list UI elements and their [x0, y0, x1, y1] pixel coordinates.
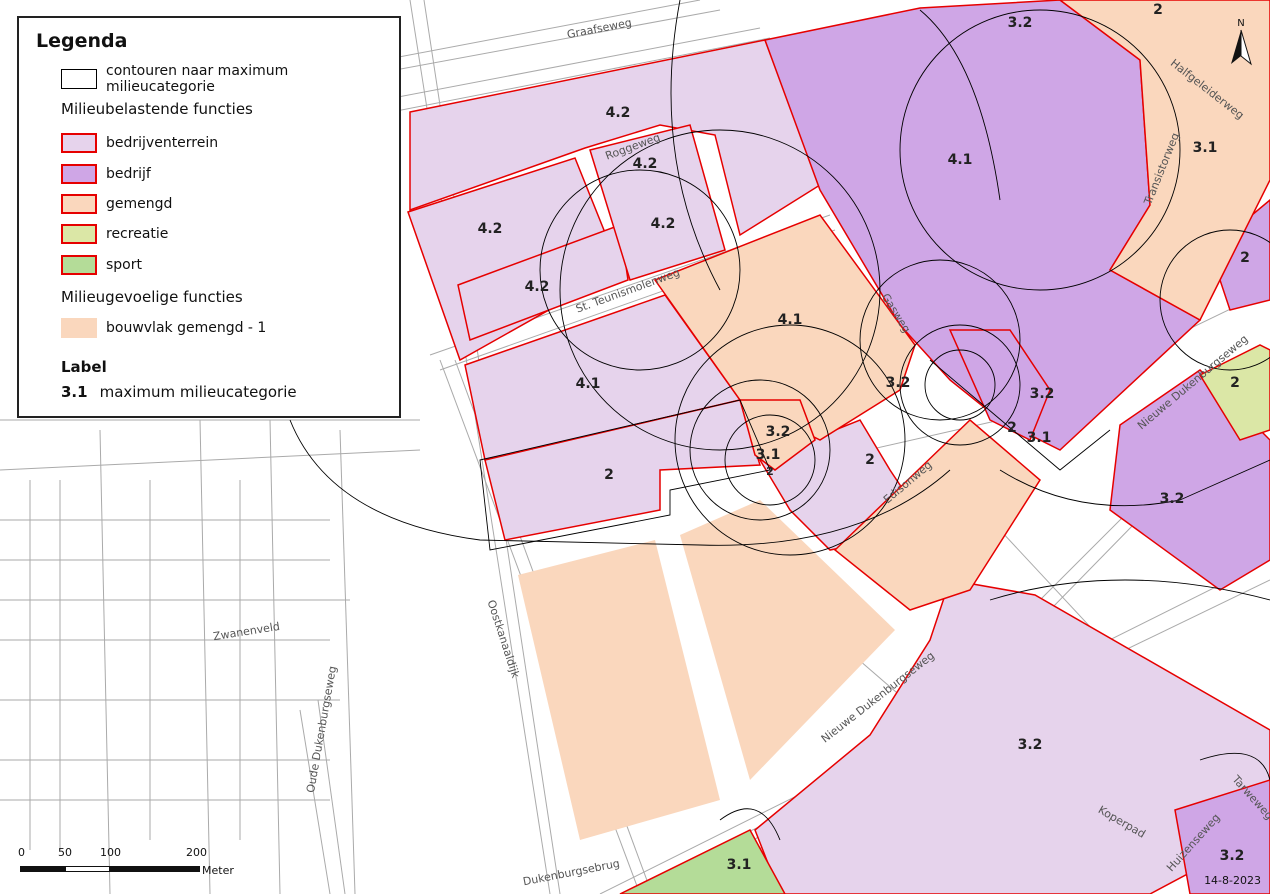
legend-section-title: Milieugevoelige functies: [61, 288, 243, 306]
zone-label: 2: [865, 452, 875, 468]
zone-label: 2: [1153, 2, 1163, 18]
legend-item-label: sport: [106, 257, 142, 273]
zone-label: 3.2: [1160, 491, 1185, 507]
zone-label: 3.1: [1193, 140, 1218, 156]
north-label: N: [1237, 18, 1244, 29]
zone-label: 2: [1240, 250, 1250, 266]
zone-label: 2: [604, 467, 614, 483]
zone-label: 3.2: [766, 424, 791, 440]
legend-item-label: bedrijf: [106, 166, 151, 182]
legend-item-label: recreatie: [106, 226, 169, 242]
zone-label: 2: [766, 465, 774, 478]
legend-label-heading: Label: [61, 358, 107, 376]
legend-item: bedrijventerrein: [61, 132, 218, 154]
legend-item-label: gemengd: [106, 196, 173, 212]
map-legend: Legenda contouren naar maximum milieucat…: [17, 16, 401, 418]
legend-contour-item: contouren naar maximum milieucategorie: [61, 63, 399, 95]
legend-item: sport: [61, 254, 142, 276]
bedrijf-swatch: [61, 164, 97, 184]
legend-item-label: bedrijventerrein: [106, 135, 219, 151]
legend-label-value: 3.1: [61, 383, 88, 401]
scale-segment: [20, 866, 65, 872]
zone-label: 4.2: [651, 216, 676, 232]
legend-contour-label: contouren naar maximum milieucategorie: [106, 63, 289, 95]
zone-label: 4.2: [633, 156, 658, 172]
zone-label: 3.2: [1030, 386, 1055, 402]
legend-label-example: 3.1 maximum milieucategorie: [61, 383, 297, 401]
legend-item: bedrijf: [61, 163, 151, 185]
scale-tick: 0: [18, 846, 25, 859]
bedrijventerrein-swatch: [61, 133, 97, 153]
street-name: Oude Dukenburgseweg: [304, 665, 339, 794]
north-arrow-icon: N: [1231, 18, 1252, 66]
legend-item: gemengd: [61, 193, 172, 215]
legend-section-title: Milieubelastende functies: [61, 100, 253, 118]
zone-gemengd[interactable]: [518, 540, 720, 840]
zone-label: 3.1: [756, 447, 781, 463]
zone-label: 3.1: [1027, 430, 1052, 446]
zone-label: 3.2: [1008, 15, 1033, 31]
zone-label: 4.2: [606, 105, 631, 121]
scale-segment: [65, 866, 110, 872]
zone-label: 3.1: [727, 857, 752, 873]
recreatie-swatch: [61, 224, 97, 244]
legend-title: Legenda: [36, 30, 128, 52]
scale-tick: 100: [100, 846, 121, 859]
zone-label: 4.2: [525, 279, 550, 295]
bouwvlak-swatch: [61, 318, 97, 338]
scale-segment: [110, 866, 200, 872]
zone-label: 2: [1230, 375, 1240, 391]
zone-label: 4.1: [778, 312, 803, 328]
gemengd-swatch: [61, 194, 97, 214]
zone-label: 4.1: [576, 376, 601, 392]
legend-label-text: maximum milieucategorie: [99, 383, 297, 401]
scale-unit: Meter: [202, 864, 234, 877]
zone-label: 4.2: [478, 221, 503, 237]
zone-label: 3.2: [1018, 737, 1043, 753]
contour-swatch: [61, 69, 97, 89]
street-name: Dukenburgsebrug: [522, 857, 621, 889]
legend-sensitive-label: bouwvlak gemengd - 1: [106, 320, 267, 336]
zone-label: 4.1: [948, 152, 973, 168]
sport-swatch: [61, 255, 97, 275]
legend-item: recreatie: [61, 223, 168, 245]
scale-tick: 200: [186, 846, 207, 859]
legend-sensitive-item: bouwvlak gemengd - 1: [61, 317, 266, 339]
zone-label: 2: [1007, 420, 1017, 436]
zone-label: 3.2: [1220, 848, 1245, 864]
street-name: Graafseweg: [566, 16, 633, 41]
zone-label: 3.2: [886, 375, 911, 391]
scale-tick: 50: [58, 846, 72, 859]
map-date: 14-8-2023: [1204, 874, 1261, 887]
